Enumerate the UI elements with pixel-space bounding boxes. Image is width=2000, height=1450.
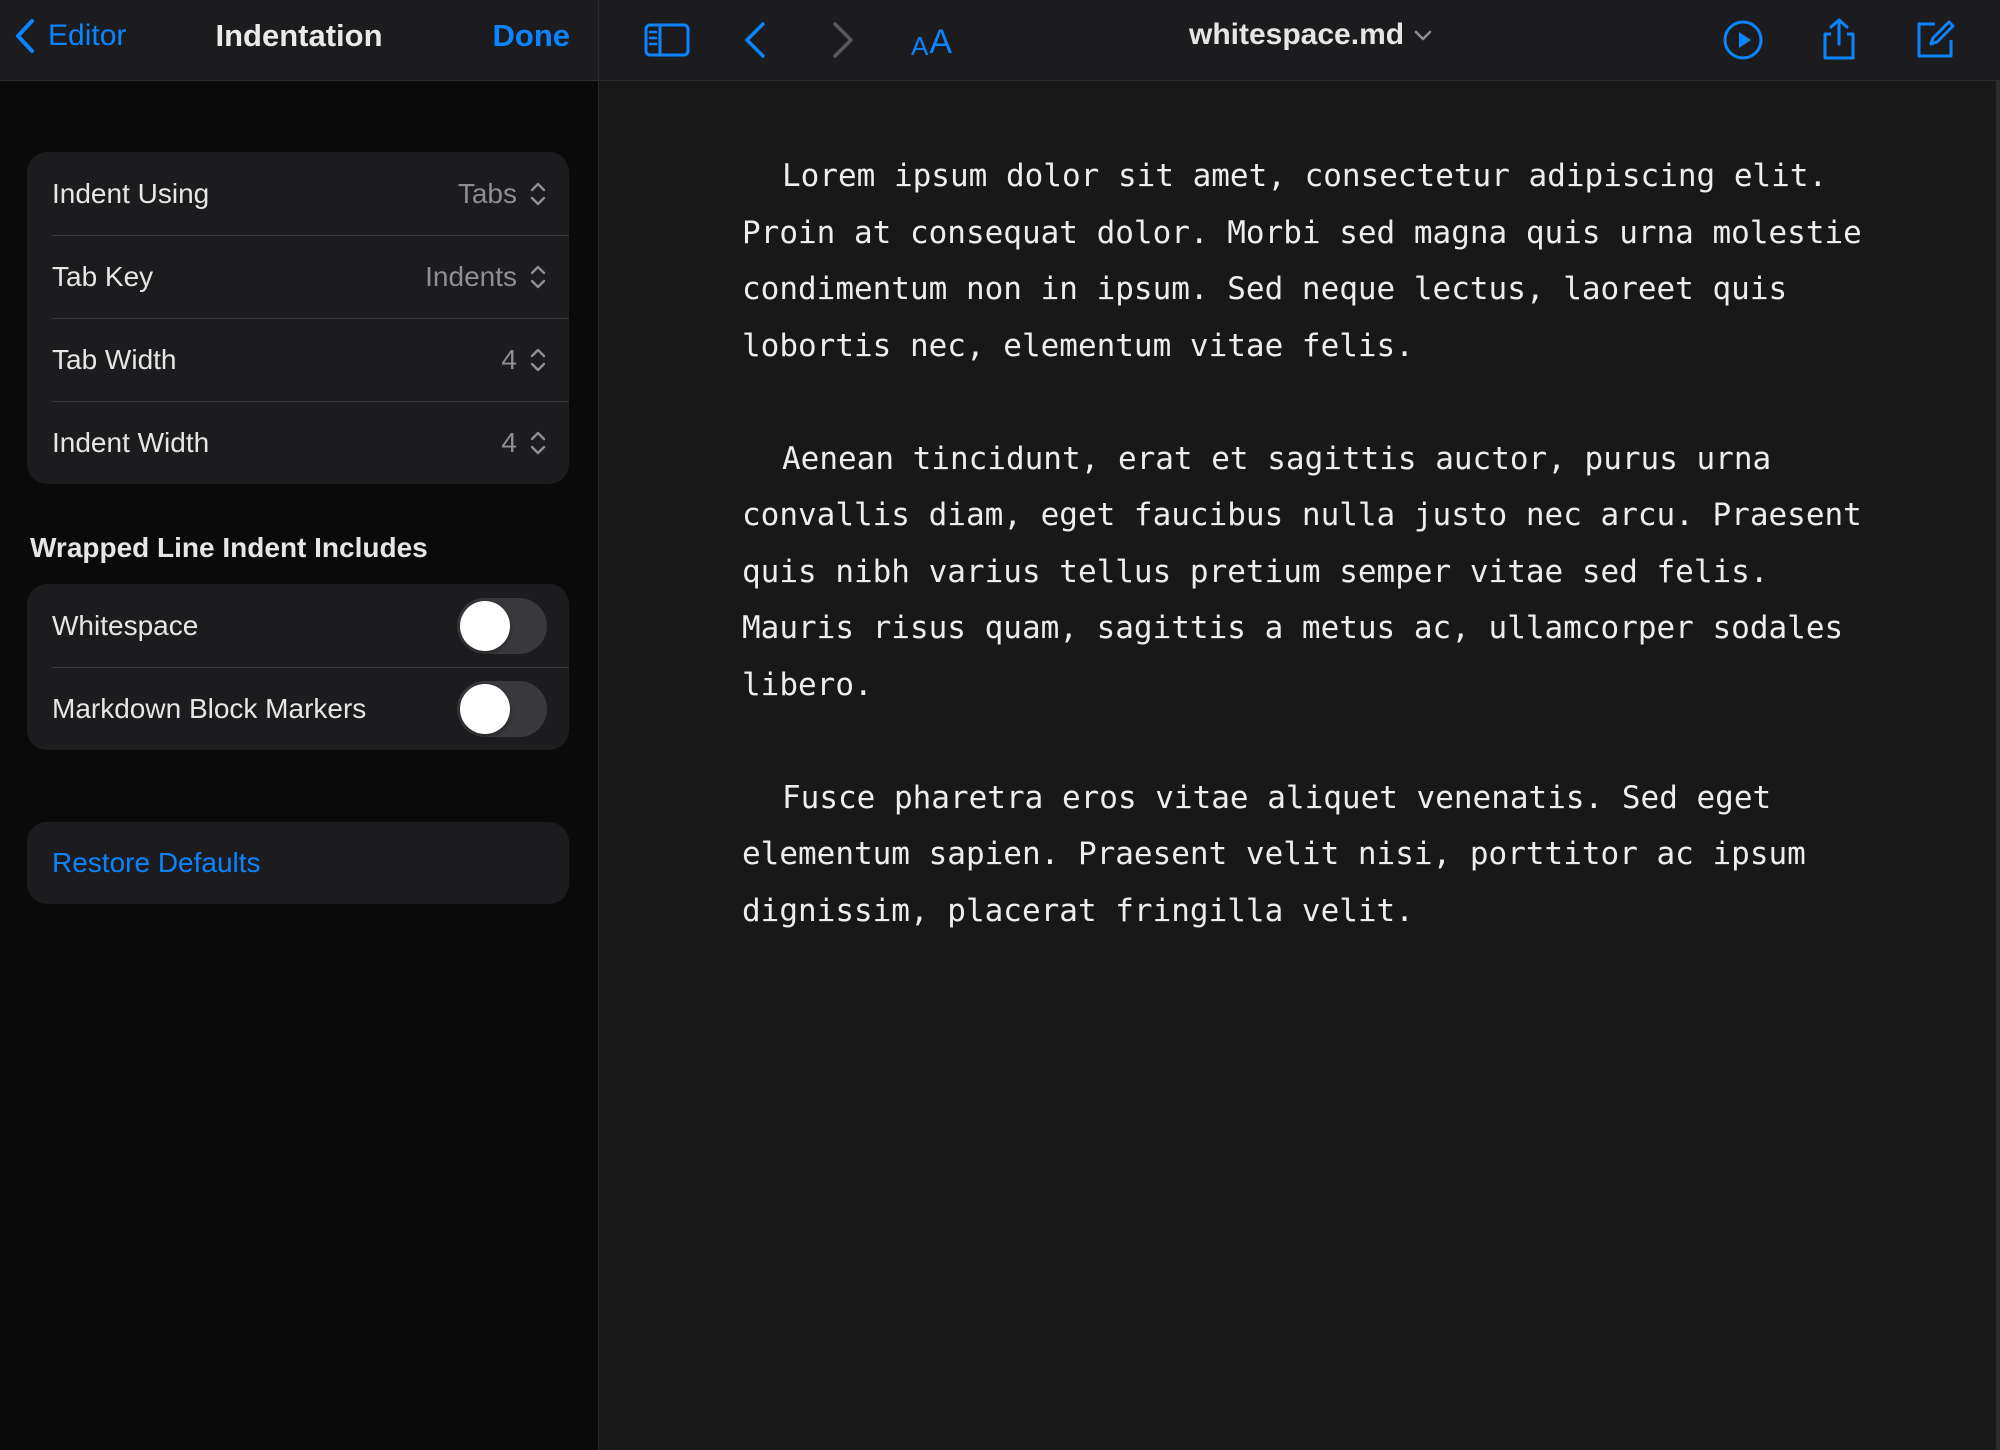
forward-arrow-icon xyxy=(833,22,853,58)
whitespace-label: Whitespace xyxy=(52,609,199,641)
whitespace-row: Whitespace xyxy=(27,584,569,667)
indent-width-row[interactable]: Indent Width 4 xyxy=(27,401,569,484)
editor-pane: A A whitespace.md Lorem ipsum dolor sit … xyxy=(599,0,2000,1450)
navigate-forward-button[interactable] xyxy=(813,12,869,68)
share-icon xyxy=(1823,18,1855,60)
indent-using-picker[interactable]: Tabs xyxy=(458,178,547,210)
play-icon xyxy=(1723,20,1763,60)
wrapped-indent-group: Whitespace Markdown Block Markers xyxy=(27,584,569,750)
preview-button[interactable] xyxy=(1715,12,1771,68)
tab-key-row[interactable]: Tab Key Indents xyxy=(27,235,569,318)
chevron-left-icon xyxy=(16,19,34,53)
chevron-up-down-icon xyxy=(530,348,546,371)
indent-using-value: Tabs xyxy=(457,177,517,209)
document-title: whitespace.md xyxy=(1189,18,1405,51)
toggle-sidebar-button[interactable] xyxy=(639,12,695,68)
paragraph: Aenean tincidunt, erat et sagittis aucto… xyxy=(742,440,1862,703)
paragraph: Fusce pharetra eros vitae aliquet venena… xyxy=(742,779,1806,929)
document-title-menu[interactable]: whitespace.md xyxy=(1189,18,1434,52)
editor-toolbar: A A whitespace.md xyxy=(599,0,2000,81)
document-text-area[interactable]: Lorem ipsum dolor sit amet, consectetur … xyxy=(742,148,1862,996)
app-window: Editor Indentation Done Indent Using Tab… xyxy=(0,0,2000,1450)
done-button[interactable]: Done xyxy=(493,18,571,54)
chevron-up-down-icon xyxy=(530,265,546,288)
settings-sidebar: Editor Indentation Done Indent Using Tab… xyxy=(0,0,599,1450)
paragraph: Lorem ipsum dolor sit amet, consectetur … xyxy=(742,158,1862,364)
font-size-icon-small: A xyxy=(911,31,929,61)
wrapped-line-section-header: Wrapped Line Indent Includes xyxy=(30,532,428,563)
indent-width-value: 4 xyxy=(501,426,517,458)
chevron-down-icon xyxy=(1414,30,1432,41)
toggle-knob xyxy=(460,600,510,651)
scrollbar[interactable] xyxy=(1996,80,2000,1450)
whitespace-toggle[interactable] xyxy=(457,597,547,654)
indent-using-label: Indent Using xyxy=(52,177,210,209)
tab-width-row[interactable]: Tab Width 4 xyxy=(27,318,569,401)
back-button-label: Editor xyxy=(48,19,127,52)
compose-icon xyxy=(1917,20,1955,58)
indent-settings-group: Indent Using Tabs Tab Key Indents Tab Wi… xyxy=(27,152,569,484)
settings-nav-bar: Editor Indentation Done xyxy=(0,0,598,81)
share-button[interactable] xyxy=(1811,12,1867,68)
markdown-block-markers-label: Markdown Block Markers xyxy=(52,692,367,724)
navigate-back-button[interactable] xyxy=(729,12,785,68)
sidebar-toggle-icon xyxy=(644,23,690,57)
chevron-up-down-icon xyxy=(530,431,546,454)
restore-defaults-group: Restore Defaults xyxy=(27,822,569,904)
indent-width-picker[interactable]: 4 xyxy=(501,427,547,459)
tab-width-value: 4 xyxy=(501,343,517,375)
compose-button[interactable] xyxy=(1907,12,1963,68)
back-to-editor-button[interactable]: Editor xyxy=(12,14,126,58)
font-size-button[interactable]: A A xyxy=(911,14,952,62)
tab-width-label: Tab Width xyxy=(52,343,177,375)
chevron-up-down-icon xyxy=(530,182,546,205)
markdown-block-markers-toggle[interactable] xyxy=(457,680,547,737)
toggle-knob xyxy=(460,683,510,734)
tab-key-value: Indents xyxy=(425,260,517,292)
restore-defaults-label: Restore Defaults xyxy=(52,847,261,878)
indent-width-label: Indent Width xyxy=(52,426,210,458)
indent-using-row[interactable]: Indent Using Tabs xyxy=(27,152,569,235)
markdown-block-markers-row: Markdown Block Markers xyxy=(27,667,569,750)
restore-defaults-button[interactable]: Restore Defaults xyxy=(27,822,569,904)
back-arrow-icon xyxy=(745,22,765,58)
font-size-icon-big: A xyxy=(929,23,953,61)
tab-key-label: Tab Key xyxy=(52,260,154,292)
tab-key-picker[interactable]: Indents xyxy=(425,261,547,293)
tab-width-picker[interactable]: 4 xyxy=(501,344,547,376)
